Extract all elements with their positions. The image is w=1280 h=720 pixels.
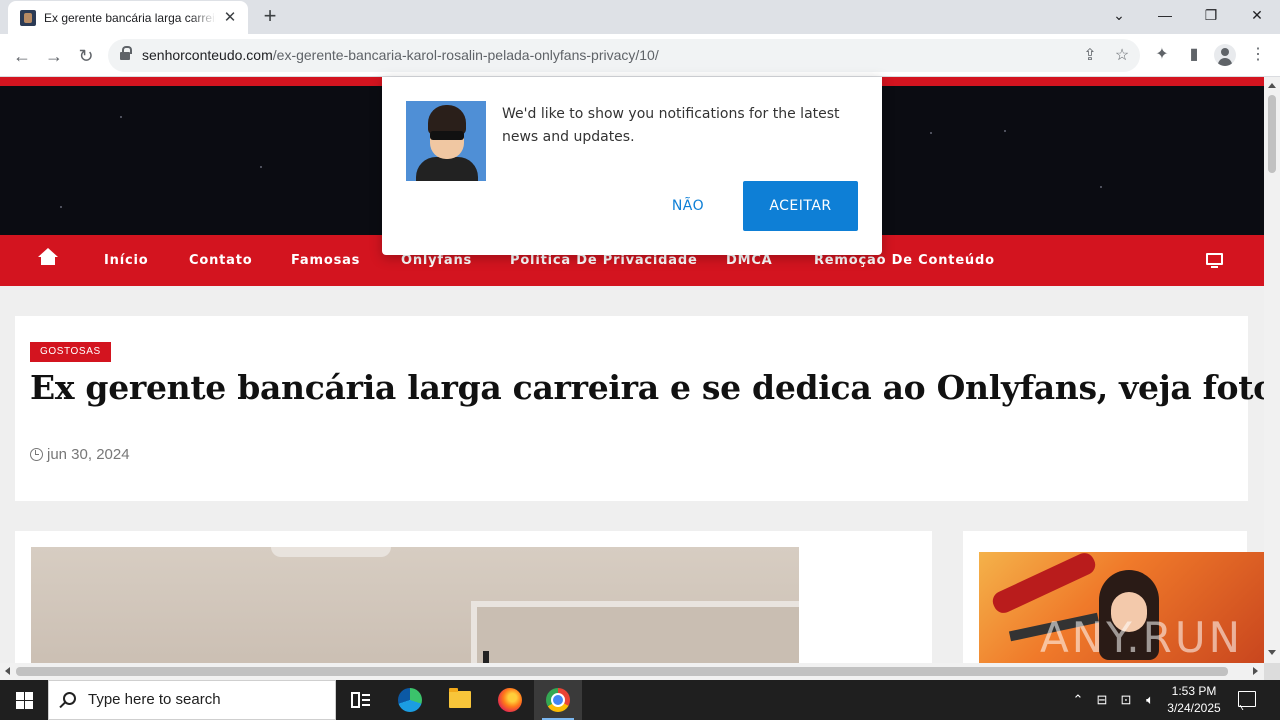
ethernet-icon[interactable]: ⊡ <box>1116 680 1136 720</box>
article-content-card <box>15 531 932 663</box>
windows-taskbar: Type here to search ⌃ ⊟ ⊡ 🔈︎ 1:53 PM 3/2… <box>0 680 1280 720</box>
decline-button[interactable]: NÃO <box>647 181 729 231</box>
image-detail <box>483 651 489 663</box>
article-image <box>31 547 799 663</box>
tab-search-chevron-icon[interactable]: ⌄ <box>1104 4 1134 26</box>
scrollbar-corner <box>1264 663 1280 680</box>
browser-tab[interactable]: Ex gerente bancária larga carreira e se … <box>8 1 248 34</box>
edge-browser-icon[interactable] <box>386 680 434 720</box>
clock-date: 3/24/2025 <box>1167 701 1221 715</box>
scroll-right-arrow-icon[interactable] <box>1253 667 1258 675</box>
network-status-icon[interactable]: ⊟ <box>1092 680 1112 720</box>
new-tab-button[interactable]: + <box>258 5 282 28</box>
show-hidden-icons-chevron-icon[interactable]: ⌃ <box>1068 680 1088 720</box>
back-arrow-icon[interactable]: ← <box>8 42 36 70</box>
url-domain: senhorconteudo.com <box>142 47 273 63</box>
side-panel-icon[interactable]: ▮ <box>1182 43 1206 67</box>
anyrun-watermark: ANY.RUN <box>1040 613 1243 662</box>
star-decoration <box>60 206 62 208</box>
home-icon[interactable] <box>37 248 59 270</box>
close-tab-icon[interactable]: ✕ <box>222 9 238 26</box>
scroll-left-arrow-icon[interactable] <box>5 667 10 675</box>
share-icon[interactable]: ⇪ <box>1080 46 1100 66</box>
minimize-window-button[interactable]: — <box>1150 4 1180 26</box>
taskbar-search-box[interactable]: Type here to search <box>48 680 336 720</box>
file-explorer-icon[interactable] <box>436 680 484 720</box>
menu-kebab-icon[interactable]: ⋮ <box>1246 43 1270 67</box>
volume-icon[interactable]: 🔈︎ <box>1140 680 1160 720</box>
close-window-button[interactable]: ✕ <box>1242 4 1272 26</box>
scroll-up-arrow-icon[interactable] <box>1268 83 1276 88</box>
search-placeholder: Type here to search <box>88 691 221 708</box>
tab-title: Ex gerente bancária larga carreira e se … <box>44 10 216 25</box>
horizontal-scroll-thumb[interactable] <box>16 667 1228 676</box>
star-decoration <box>930 132 932 134</box>
accept-button[interactable]: ACEITAR <box>743 181 858 231</box>
browser-toolbar: ← → ↻ senhorconteudo.com/ex-gerente-banc… <box>0 34 1280 77</box>
lock-icon[interactable] <box>120 46 132 61</box>
action-center-icon[interactable] <box>1238 691 1256 707</box>
nav-item-famosas[interactable]: Famosas <box>291 235 360 286</box>
address-bar[interactable]: senhorconteudo.com/ex-gerente-bancaria-k… <box>108 39 1140 72</box>
star-decoration <box>1004 130 1006 132</box>
clock-time: 1:53 PM <box>1171 684 1217 698</box>
notification-avatar <box>406 101 486 181</box>
category-badge[interactable]: GOSTOSAS <box>30 342 111 362</box>
post-date-text: jun 30, 2024 <box>47 446 130 463</box>
start-button[interactable] <box>0 680 48 720</box>
task-view-button[interactable] <box>336 680 384 720</box>
image-detail <box>271 547 391 557</box>
url-text[interactable]: senhorconteudo.com/ex-gerente-bancaria-k… <box>142 39 659 72</box>
star-decoration <box>120 116 122 118</box>
nav-item-contato[interactable]: Contato <box>189 235 252 286</box>
browser-tab-strip: Ex gerente bancária larga carreira e se … <box>0 0 1280 34</box>
image-detail <box>989 552 1099 617</box>
reload-icon[interactable]: ↻ <box>72 42 100 70</box>
profile-avatar-icon[interactable] <box>1214 44 1236 66</box>
star-decoration <box>1100 186 1102 188</box>
post-date: jun 30, 2024 <box>30 446 130 463</box>
image-detail <box>416 157 478 181</box>
image-detail <box>430 131 464 140</box>
taskbar-clock[interactable]: 1:53 PM 3/24/2025 <box>1158 683 1230 717</box>
vertical-scroll-thumb[interactable] <box>1268 95 1276 173</box>
vertical-scrollbar[interactable] <box>1264 77 1280 663</box>
scroll-down-arrow-icon[interactable] <box>1268 650 1276 655</box>
site-favicon-icon <box>20 9 36 26</box>
bookmark-star-icon[interactable]: ☆ <box>1112 46 1132 66</box>
chrome-icon[interactable] <box>534 680 582 720</box>
post-title: Ex gerente bancária larga carreira e se … <box>30 368 1264 407</box>
monitor-icon[interactable] <box>1206 253 1223 268</box>
windows-logo-icon <box>16 692 33 709</box>
star-decoration <box>260 166 262 168</box>
restore-window-button[interactable]: ❐ <box>1196 4 1226 26</box>
notification-message: We'd like to show you notifications for … <box>502 106 840 145</box>
push-notification-prompt: We'd like to show you notifications for … <box>382 77 882 255</box>
search-icon <box>63 692 76 705</box>
forward-arrow-icon[interactable]: → <box>40 42 68 70</box>
image-detail <box>471 601 799 663</box>
firefox-icon[interactable] <box>486 680 534 720</box>
horizontal-scrollbar[interactable] <box>0 663 1264 680</box>
extensions-puzzle-icon[interactable]: ✦ <box>1150 43 1174 67</box>
nav-item-inicio[interactable]: Início <box>104 235 148 286</box>
url-path: /ex-gerente-bancaria-karol-rosalin-pelad… <box>272 47 659 63</box>
post-header-card: GOSTOSAS Ex gerente bancária larga carre… <box>15 316 1264 501</box>
clock-icon <box>30 448 43 461</box>
